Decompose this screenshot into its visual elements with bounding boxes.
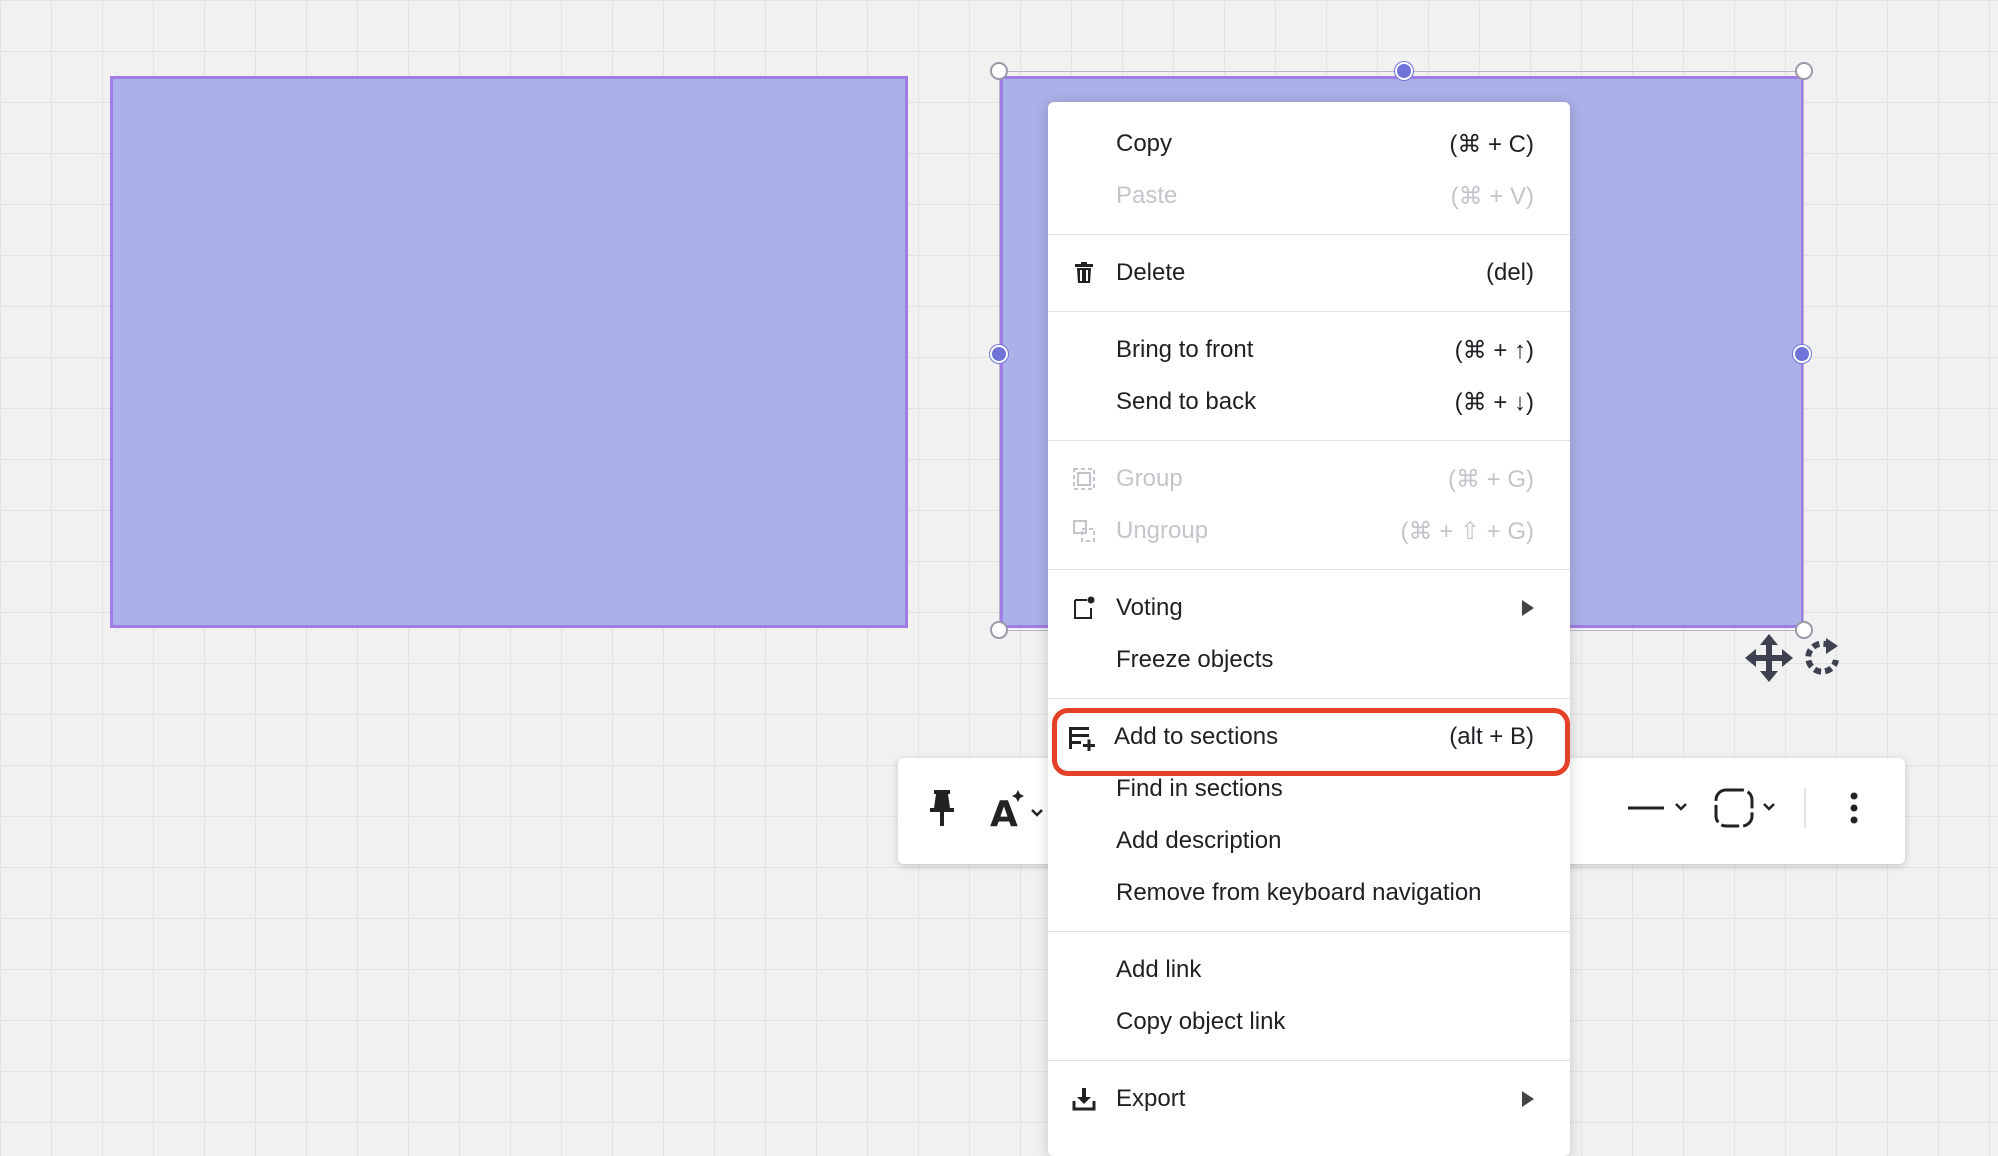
menu-separator (1048, 931, 1570, 932)
menu-item-send-to-back[interactable]: Send to back (⌘ + ↓) (1048, 376, 1570, 428)
ungroup-icon (1072, 519, 1096, 543)
menu-item-ungroup[interactable]: Ungroup (⌘ + ⇧ + G) (1048, 505, 1570, 557)
svg-text:A: A (990, 794, 1018, 834)
menu-item-voting[interactable]: Voting (1048, 582, 1570, 634)
menu-separator (1048, 569, 1570, 570)
resize-handle-top-right[interactable] (1795, 62, 1813, 80)
menu-item-shortcut: (⌘ + C) (1449, 130, 1534, 158)
menu-item-label: Copy (1116, 130, 1173, 157)
line-style-icon[interactable] (1626, 788, 1696, 833)
rotate-icon[interactable] (1800, 636, 1844, 685)
add-to-sections-icon (1068, 725, 1095, 752)
submenu-arrow-icon (1522, 600, 1534, 616)
menu-item-label: Add description (1116, 827, 1282, 854)
menu-item-shortcut: (⌘ + ↓) (1454, 388, 1534, 416)
more-icon[interactable] (1848, 788, 1860, 833)
menu-item-add-link[interactable]: Add link (1048, 944, 1570, 996)
menu-item-group[interactable]: Group (⌘ + G) (1048, 453, 1570, 505)
menu-item-label: Delete (1116, 259, 1186, 286)
pin-icon[interactable] (926, 784, 958, 837)
menu-item-label: Voting (1116, 594, 1183, 621)
menu-separator (1048, 311, 1570, 312)
menu-item-remove-keyboard-navigation[interactable]: Remove from keyboard navigation (1048, 867, 1570, 919)
resize-handle-top-left[interactable] (990, 62, 1008, 80)
menu-item-delete[interactable]: Delete (del) (1048, 247, 1570, 299)
menu-item-copy[interactable]: Copy (⌘ + C) (1048, 118, 1570, 170)
menu-item-label: Freeze objects (1116, 646, 1274, 673)
menu-item-shortcut: (del) (1485, 259, 1534, 286)
group-icon (1072, 467, 1096, 491)
menu-item-label: Remove from keyboard navigation (1116, 879, 1482, 906)
menu-separator (1048, 440, 1570, 441)
trash-icon (1072, 261, 1096, 285)
menu-item-find-in-sections[interactable]: Find in sections (1048, 763, 1570, 815)
menu-item-label: Send to back (1116, 388, 1257, 415)
context-menu: Copy (⌘ + C) Paste (⌘ + V) Delete (del) … (1048, 102, 1570, 1156)
submenu-arrow-icon (1522, 1091, 1534, 1107)
menu-item-freeze-objects[interactable]: Freeze objects (1048, 634, 1570, 686)
resize-handle-left[interactable] (990, 345, 1008, 363)
resize-handle-top[interactable] (1395, 62, 1413, 80)
toolbar-divider (1804, 788, 1806, 828)
menu-item-label: Add to sections (1114, 723, 1279, 750)
menu-item-shortcut: (⌘ + ↑) (1454, 336, 1534, 364)
voting-icon (1072, 596, 1096, 620)
menu-separator (1048, 1060, 1570, 1061)
download-icon (1072, 1087, 1096, 1111)
menu-item-label: Export (1116, 1085, 1186, 1112)
menu-item-label: Ungroup (1116, 517, 1209, 544)
resize-handle-right[interactable] (1793, 345, 1811, 363)
menu-item-label: Add link (1116, 956, 1202, 983)
menu-separator (1048, 698, 1570, 699)
menu-item-add-to-sections[interactable]: Add to sections (alt + B) (1048, 711, 1570, 763)
menu-item-label: Group (1116, 465, 1183, 492)
menu-item-label: Copy object link (1116, 1008, 1286, 1035)
menu-item-shortcut: (⌘ + G) (1447, 465, 1534, 493)
menu-item-export[interactable]: Export (1048, 1073, 1570, 1125)
resize-handle-bottom-left[interactable] (990, 621, 1008, 639)
text-style-icon[interactable]: A (988, 784, 1048, 839)
shape-border-icon[interactable] (1712, 784, 1792, 837)
menu-separator (1048, 234, 1570, 235)
menu-item-shortcut: (alt + B) (1449, 723, 1534, 750)
menu-item-add-description[interactable]: Add description (1048, 815, 1570, 867)
move-icon[interactable] (1745, 634, 1793, 687)
menu-item-label: Bring to front (1116, 336, 1254, 363)
menu-item-bring-to-front[interactable]: Bring to front (⌘ + ↑) (1048, 324, 1570, 376)
menu-item-label: Paste (1116, 182, 1178, 209)
menu-item-shortcut: (⌘ + ⇧ + G) (1400, 517, 1534, 545)
menu-item-shortcut: (⌘ + V) (1450, 182, 1534, 210)
menu-item-copy-object-link[interactable]: Copy object link (1048, 996, 1570, 1048)
rectangle-shape-left[interactable] (110, 76, 908, 628)
menu-item-paste[interactable]: Paste (⌘ + V) (1048, 170, 1570, 222)
menu-item-label: Find in sections (1116, 775, 1283, 802)
